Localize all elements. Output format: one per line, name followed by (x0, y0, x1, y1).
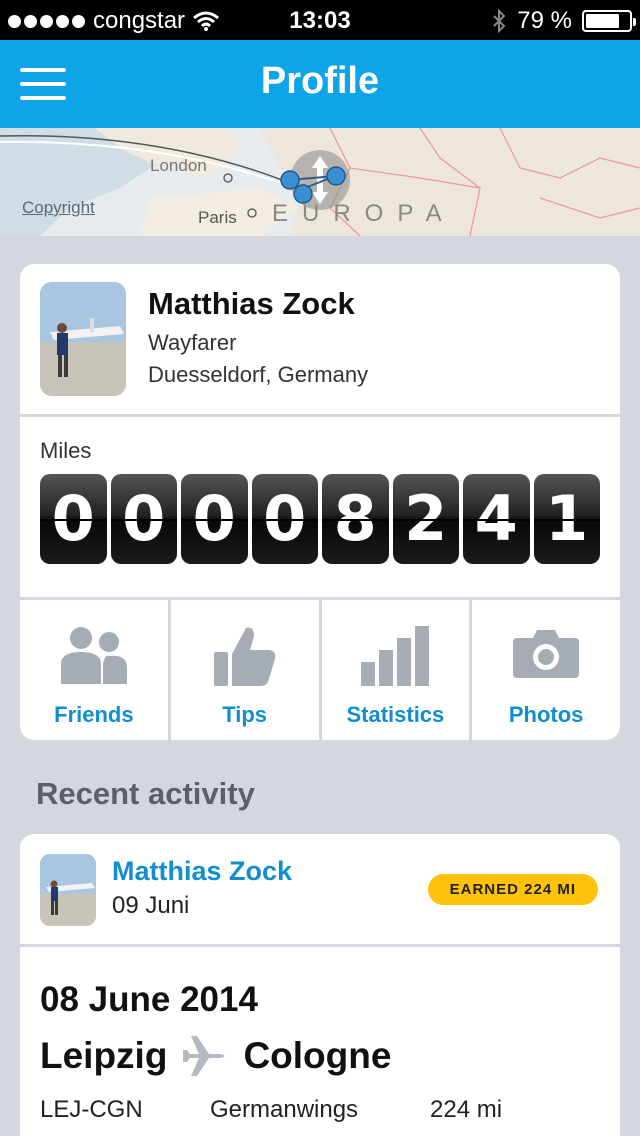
airplane-icon (183, 1036, 225, 1076)
destination-city: Cologne (243, 1035, 392, 1076)
flight-date: 08 June 2014 (40, 980, 258, 1019)
map-copyright-link[interactable]: Copyright (22, 198, 95, 218)
odometer-digit: 1 (533, 474, 600, 564)
flight-distance: 224 mi (430, 1096, 503, 1123)
photos-button[interactable]: Photos (472, 600, 620, 740)
profile-rank: Wayfarer (148, 330, 237, 355)
odometer-digit: 0 (181, 474, 248, 564)
origin-city: Leipzig (40, 1035, 168, 1076)
map-view[interactable]: London Paris EUROPA Copyright (0, 128, 640, 236)
earned-miles-badge: EARNED 224 MI (427, 874, 598, 905)
avatar[interactable] (40, 282, 126, 396)
bar-chart-icon (361, 626, 430, 686)
status-bar: congstar 13:03 79 % (0, 0, 640, 40)
recent-activity-title: Recent activity (36, 776, 255, 811)
flight-route: Leipzig Cologne (40, 1034, 391, 1078)
battery-percent: 79 % (517, 7, 572, 34)
statistics-button[interactable]: Statistics (322, 600, 473, 740)
avatar[interactable] (40, 854, 96, 926)
map-label-europa: EUROPA (272, 200, 456, 227)
page-title: Profile (260, 60, 380, 102)
odometer-digit: 8 (322, 474, 389, 564)
profile-location: Duesseldorf, Germany (148, 362, 369, 387)
statistics-label: Statistics (346, 702, 445, 727)
odometer-digit: 2 (392, 474, 459, 564)
tips-button[interactable]: Tips (171, 600, 322, 740)
activity-card[interactable]: Matthias Zock 09 Juni EARNED 224 MI 08 J… (20, 834, 620, 1136)
friends-icon (60, 627, 127, 684)
friends-label: Friends (54, 702, 134, 727)
friends-button[interactable]: Friends (20, 600, 171, 740)
map-label-paris: Paris (198, 208, 237, 227)
profile-name: Matthias Zock (148, 286, 355, 321)
miles-odometer: 0 0 0 0 8 2 4 1 (40, 474, 600, 564)
profile-actions: Friends Tips Statistics Photos (20, 600, 620, 740)
navigation-bar: Profile (0, 40, 640, 128)
bluetooth-icon (493, 9, 506, 33)
flight-code: LEJ-CGN (40, 1096, 143, 1123)
miles-label: Miles (40, 438, 92, 463)
odometer-digit: 0 (251, 474, 318, 564)
odometer-digit: 4 (463, 474, 530, 564)
odometer-digit: 0 (110, 474, 177, 564)
activity-user-link[interactable]: Matthias Zock (112, 856, 292, 887)
thumbs-up-icon (213, 627, 275, 686)
divider (20, 944, 620, 947)
divider (20, 414, 620, 417)
battery-icon (582, 10, 636, 32)
camera-icon (513, 630, 580, 678)
tips-label: Tips (222, 702, 268, 727)
odometer-digit: 0 (40, 474, 107, 564)
activity-date: 09 Juni (112, 892, 190, 919)
photos-label: Photos (508, 702, 584, 727)
profile-card: Matthias Zock Wayfarer Duesseldorf, Germ… (20, 264, 620, 740)
map-label-london: London (150, 156, 207, 175)
airline-name: Germanwings (210, 1096, 359, 1123)
